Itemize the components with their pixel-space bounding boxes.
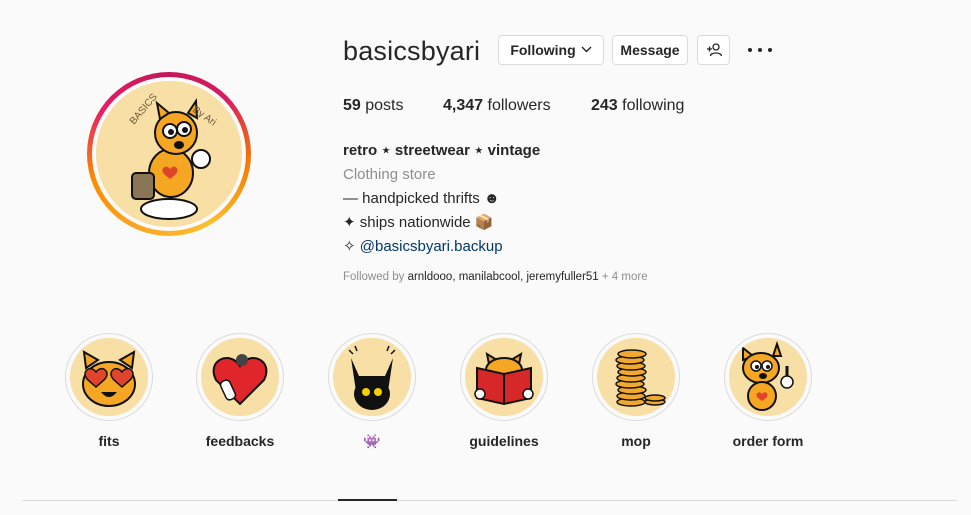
- highlight-label: mop: [621, 433, 651, 449]
- dot-icon: [758, 48, 762, 52]
- dot-icon: [768, 48, 772, 52]
- highlight-label: feedbacks: [205, 433, 275, 449]
- waving-cat-icon: [729, 338, 807, 416]
- chevron-down-icon: [581, 44, 592, 56]
- followed-by-more: + 4 more: [598, 271, 648, 283]
- coins-icon: [597, 338, 675, 416]
- following-button[interactable]: Following: [498, 35, 604, 65]
- highlight-order-form[interactable]: order form: [723, 333, 813, 449]
- dot-icon: [748, 48, 752, 52]
- highlight-cover: [729, 338, 807, 416]
- followed-by-names: arnldooo, manilabcool, jeremyfuller51: [407, 271, 599, 283]
- black-cat-icon: [333, 338, 411, 416]
- message-button-label: Message: [620, 42, 680, 58]
- followers-label: followers: [487, 97, 551, 114]
- bio-sparkle: ✧: [343, 238, 360, 255]
- profile-avatar: BASICS By Ari: [96, 81, 242, 227]
- highlight-label: fits: [98, 433, 120, 449]
- highlight-ring: [724, 333, 812, 421]
- posts-label: posts: [365, 97, 404, 114]
- followers-link[interactable]: 4,347 followers: [443, 97, 551, 115]
- highlight-mop[interactable]: mop: [591, 333, 681, 449]
- profile-username: basicsbyari: [343, 36, 481, 66]
- posts-number: 59: [343, 97, 361, 114]
- highlight-ring: [460, 333, 548, 421]
- bio-category: Clothing store: [343, 166, 436, 183]
- heart-eyes-cat-icon: [70, 338, 148, 416]
- suggested-users-button[interactable]: [697, 35, 730, 65]
- posts-tab-indicator[interactable]: [338, 499, 397, 501]
- highlight-alien[interactable]: 👾: [327, 333, 417, 450]
- followed-by[interactable]: Followed by arnldooo, manilabcool, jerem…: [343, 271, 648, 283]
- message-button[interactable]: Message: [612, 35, 688, 65]
- highlight-cover: [70, 338, 148, 416]
- reading-cat-icon: [465, 338, 543, 416]
- bio-line: ✦ ships nationwide 📦: [343, 214, 494, 231]
- highlight-ring: [65, 333, 153, 421]
- following-button-label: Following: [510, 42, 576, 58]
- highlight-label: guidelines: [469, 433, 539, 449]
- highlight-cover: [201, 338, 279, 416]
- posts-count: 59 posts: [343, 97, 404, 115]
- add-user-icon: [706, 43, 722, 57]
- highlight-ring: [196, 333, 284, 421]
- bio-line: — handpicked thrifts ☻: [343, 190, 500, 207]
- avatar-inner: BASICS By Ari: [92, 77, 246, 231]
- highlight-cover: [597, 338, 675, 416]
- highlight-cover: [333, 338, 411, 416]
- highlight-feedbacks[interactable]: feedbacks: [195, 333, 285, 449]
- cat-logo-icon: BASICS By Ari: [96, 81, 242, 227]
- highlight-cover: [465, 338, 543, 416]
- highlight-guidelines[interactable]: guidelines: [459, 333, 549, 449]
- highlight-ring: [592, 333, 680, 421]
- bio-line: ✧ @basicsbyari.backup: [343, 235, 503, 259]
- heart-cat-icon: [201, 338, 279, 416]
- followers-number: 4,347: [443, 97, 484, 114]
- highlight-fits[interactable]: fits: [64, 333, 154, 449]
- highlight-label: 👾: [363, 433, 381, 449]
- following-number: 243: [591, 97, 618, 114]
- more-options-button[interactable]: [748, 40, 772, 60]
- highlight-ring: [328, 333, 416, 421]
- following-label: following: [622, 97, 685, 114]
- bio-name: retro ⋆ streetwear ⋆ vintage: [343, 142, 541, 159]
- backup-account-link[interactable]: @basicsbyari.backup: [360, 238, 503, 255]
- profile-avatar-ring[interactable]: BASICS By Ari: [87, 72, 251, 236]
- tabs-divider: [22, 500, 957, 501]
- followed-by-prefix: Followed by: [343, 271, 408, 283]
- highlight-label: order form: [732, 433, 804, 449]
- following-link[interactable]: 243 following: [591, 97, 684, 115]
